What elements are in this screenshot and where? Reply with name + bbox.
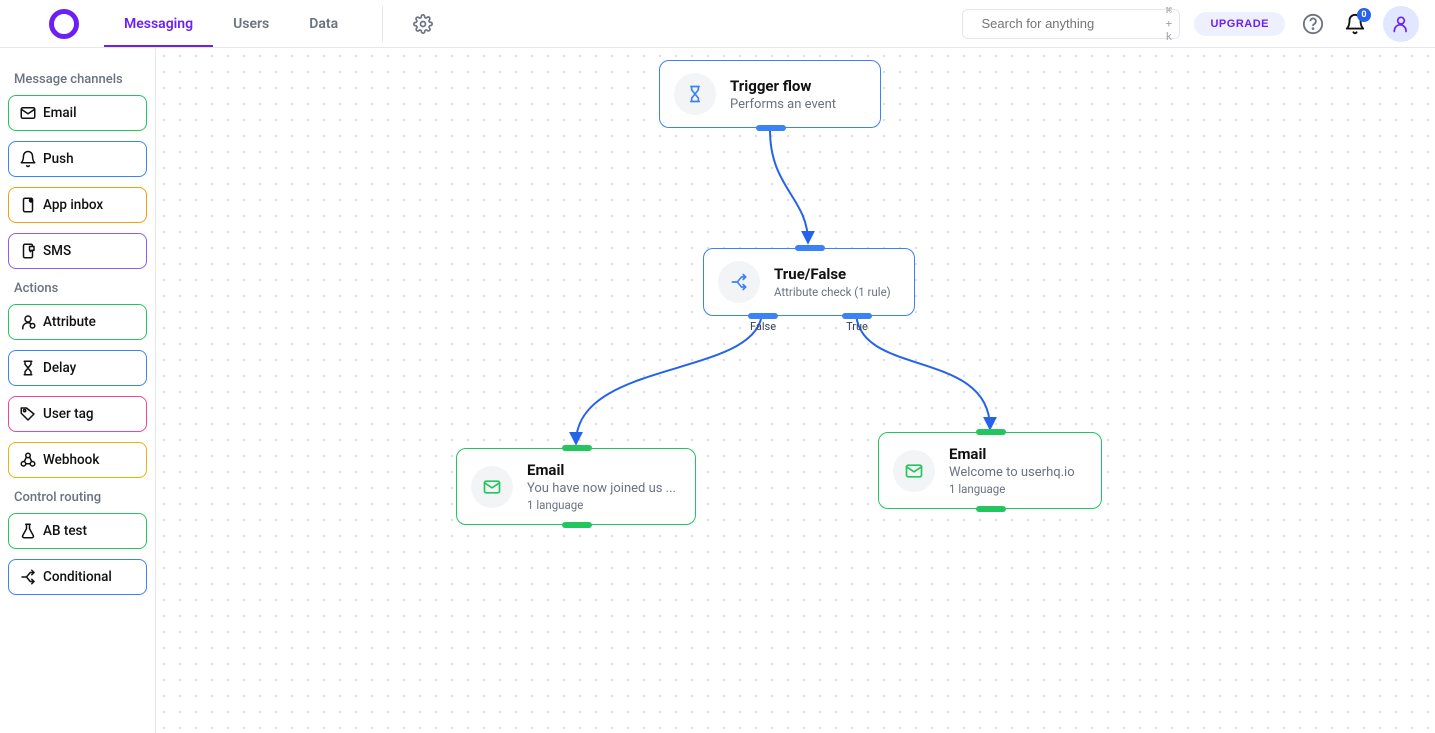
user-icon: [1391, 14, 1411, 34]
node-output-port[interactable]: [976, 506, 1006, 512]
hourglass-icon: [685, 84, 705, 104]
palette-item-label: SMS: [43, 243, 71, 259]
palette-item-user-tag[interactable]: User tag: [8, 396, 147, 432]
node-output-port-false[interactable]: [748, 313, 778, 319]
palette-item-label: Delay: [43, 360, 76, 376]
gear-icon: [413, 14, 433, 34]
palette-item-label: User tag: [43, 406, 94, 422]
palette-item-label: App inbox: [43, 197, 103, 213]
palette-item-app-inbox[interactable]: App inbox: [8, 187, 147, 223]
node-title: True/False: [774, 265, 891, 283]
node-palette-sidebar: Message channels Email Push App inbox SM…: [0, 48, 156, 733]
flow-canvas[interactable]: Trigger flow Performs an event True/Fals…: [156, 48, 1435, 733]
mail-icon: [482, 477, 502, 497]
nav-tab-users[interactable]: Users: [213, 0, 289, 47]
hourglass-icon: [19, 359, 37, 377]
palette-item-label: Push: [43, 151, 74, 167]
node-title: Trigger flow: [730, 77, 836, 95]
nav-tab-messaging[interactable]: Messaging: [104, 0, 213, 47]
user-avatar[interactable]: [1383, 6, 1419, 42]
flow-connections: [156, 48, 1435, 733]
node-title: Email: [527, 461, 676, 479]
search-shortcut: ⌘ + k: [1165, 4, 1172, 43]
logo-circle-icon: [49, 9, 79, 39]
inbox-icon: [19, 196, 37, 214]
mail-icon: [904, 461, 924, 481]
node-input-port[interactable]: [795, 245, 825, 251]
help-button[interactable]: [1299, 10, 1327, 38]
header-right: ⌘ + k UPGRADE 0: [962, 6, 1419, 42]
node-title: Email: [949, 445, 1075, 463]
split-icon: [729, 272, 749, 292]
settings-button[interactable]: [407, 8, 439, 40]
port-label-true: True: [846, 320, 868, 333]
tag-icon: [19, 405, 37, 423]
nav-tab-data[interactable]: Data: [289, 0, 358, 47]
node-input-port[interactable]: [562, 445, 592, 451]
palette-item-label: Webhook: [43, 452, 99, 468]
node-subtitle: You have now joined us ...: [527, 481, 676, 496]
node-icon-wrap: [718, 261, 760, 303]
help-icon: [1302, 13, 1324, 35]
attribute-icon: [19, 313, 37, 331]
node-input-port[interactable]: [976, 429, 1006, 435]
split-icon: [19, 568, 37, 586]
node-email-true-branch[interactable]: Email Welcome to userhq.io 1 language: [878, 432, 1102, 509]
search-input[interactable]: [981, 16, 1157, 31]
search-box[interactable]: ⌘ + k: [962, 9, 1180, 39]
palette-item-attribute[interactable]: Attribute: [8, 304, 147, 340]
node-output-port[interactable]: [756, 125, 786, 131]
palette-item-conditional[interactable]: Conditional: [8, 559, 147, 595]
mail-icon: [19, 104, 37, 122]
node-icon-wrap: [893, 450, 935, 492]
flask-icon: [19, 522, 37, 540]
node-subtitle: Welcome to userhq.io: [949, 465, 1075, 480]
app-logo[interactable]: [48, 8, 80, 40]
palette-item-email[interactable]: Email: [8, 95, 147, 131]
palette-item-label: Conditional: [43, 569, 112, 585]
node-icon-wrap: [674, 73, 716, 115]
palette-item-label: Email: [43, 105, 77, 121]
sidebar-section-message-channels: Message channels: [14, 72, 141, 87]
node-trigger-flow[interactable]: Trigger flow Performs an event: [659, 60, 881, 128]
palette-item-webhook[interactable]: Webhook: [8, 442, 147, 478]
palette-item-push[interactable]: Push: [8, 141, 147, 177]
sms-icon: [19, 242, 37, 260]
sidebar-section-control-routing: Control routing: [14, 490, 141, 505]
node-subtitle: Performs an event: [730, 97, 836, 112]
port-label-false: False: [750, 320, 776, 333]
node-body: Trigger flow Performs an event: [730, 77, 836, 112]
nav-separator: [382, 6, 383, 42]
node-subtitle: Attribute check (1 rule): [774, 285, 891, 299]
nav-tabs: Messaging Users Data: [104, 0, 358, 47]
palette-item-label: AB test: [43, 523, 87, 539]
node-body: Email Welcome to userhq.io 1 language: [949, 445, 1075, 496]
node-meta: 1 language: [949, 482, 1075, 496]
node-true-false[interactable]: True/False Attribute check (1 rule) Fals…: [703, 248, 915, 316]
node-email-false-branch[interactable]: Email You have now joined us ... 1 langu…: [456, 448, 696, 525]
node-output-port[interactable]: [562, 522, 592, 528]
node-body: Email You have now joined us ... 1 langu…: [527, 461, 676, 512]
app-header: Messaging Users Data ⌘ + k UPGRADE 0: [0, 0, 1435, 48]
upgrade-button[interactable]: UPGRADE: [1194, 12, 1285, 36]
palette-item-sms[interactable]: SMS: [8, 233, 147, 269]
palette-item-delay[interactable]: Delay: [8, 350, 147, 386]
bell-icon: [19, 150, 37, 168]
sidebar-section-actions: Actions: [14, 281, 141, 296]
notifications-button[interactable]: 0: [1341, 10, 1369, 38]
palette-item-label: Attribute: [43, 314, 96, 330]
node-meta: 1 language: [527, 498, 676, 512]
node-body: True/False Attribute check (1 rule): [774, 265, 891, 299]
node-icon-wrap: [471, 466, 513, 508]
notification-badge: 0: [1357, 8, 1371, 22]
palette-item-ab-test[interactable]: AB test: [8, 513, 147, 549]
webhook-icon: [19, 451, 37, 469]
node-output-port-true[interactable]: [842, 313, 872, 319]
